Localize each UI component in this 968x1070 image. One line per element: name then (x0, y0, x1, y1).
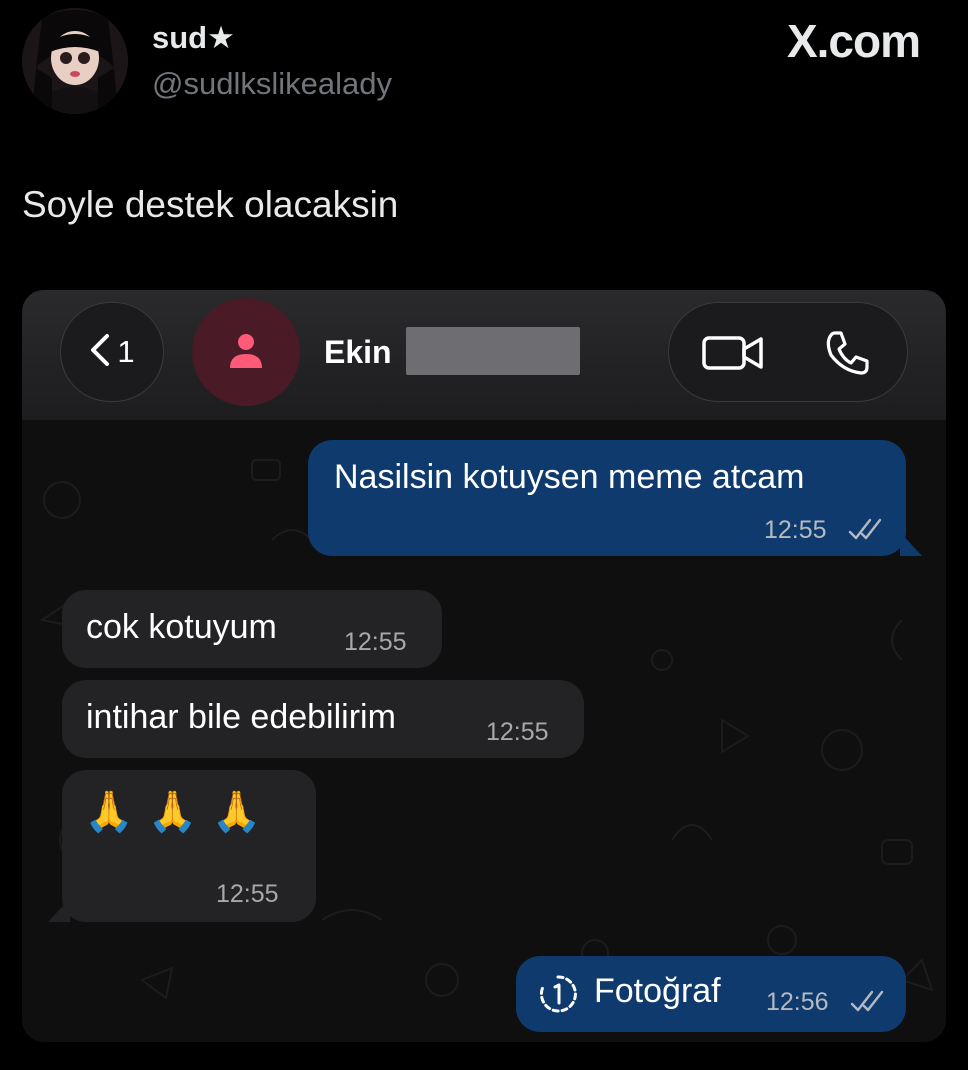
tweet-card: sud★ @sudlkslikealady X.com Soyle destek… (0, 0, 968, 1070)
display-name[interactable]: sud★ (152, 20, 235, 56)
message-bubble-incoming[interactable]: cok kotuyum 12:55 (62, 590, 442, 668)
message-time: 12:55 (486, 718, 549, 746)
contact-avatar[interactable] (192, 298, 300, 406)
double-check-icon (848, 518, 882, 545)
phone-call-icon[interactable] (823, 329, 871, 382)
message-text: cok kotuyum (86, 608, 277, 646)
message-text: Nasilsin kotuysen meme atcam (334, 458, 805, 496)
bubble-tail (48, 898, 70, 922)
message-time: 12:55 (216, 880, 279, 908)
chevron-left-icon (89, 333, 111, 372)
message-time: 12:55 (764, 516, 827, 544)
message-bubble-outgoing[interactable]: Fotoğraf 12:56 (516, 956, 906, 1032)
message-bubble-incoming[interactable]: intihar bile edebilirim 12:55 (62, 680, 584, 758)
video-call-icon[interactable] (701, 333, 765, 378)
user-handle[interactable]: @sudlkslikealady (152, 66, 392, 102)
person-icon (226, 330, 266, 375)
message-bubble-outgoing[interactable]: Nasilsin kotuysen meme atcam 12:55 (308, 440, 906, 556)
call-actions (668, 302, 908, 402)
bubble-tail (900, 532, 922, 556)
tweet-text: Soyle destek olacaksin (22, 184, 399, 225)
redaction-box (406, 327, 580, 375)
chat-header: 1 Ekin (22, 290, 946, 420)
message-text: intihar bile edebilirim (86, 698, 396, 736)
x-logo-text: X.com (786, 15, 921, 67)
chat-screenshot[interactable]: 1 Ekin Nasilsin kotuysen meme atcam 12:5… (22, 290, 946, 1042)
unread-count: 1 (117, 334, 135, 369)
double-check-icon (850, 990, 884, 1017)
message-text: Fotoğraf (594, 972, 721, 1010)
view-once-icon (538, 974, 578, 1019)
message-bubble-incoming[interactable]: 🙏🙏🙏 12:55 (62, 770, 316, 922)
message-time: 12:56 (766, 988, 829, 1016)
message-time: 12:55 (344, 628, 407, 656)
back-button[interactable]: 1 (60, 302, 164, 402)
user-avatar[interactable] (22, 8, 128, 114)
message-text: 🙏🙏🙏 (84, 790, 276, 834)
contact-name[interactable]: Ekin (324, 334, 392, 371)
